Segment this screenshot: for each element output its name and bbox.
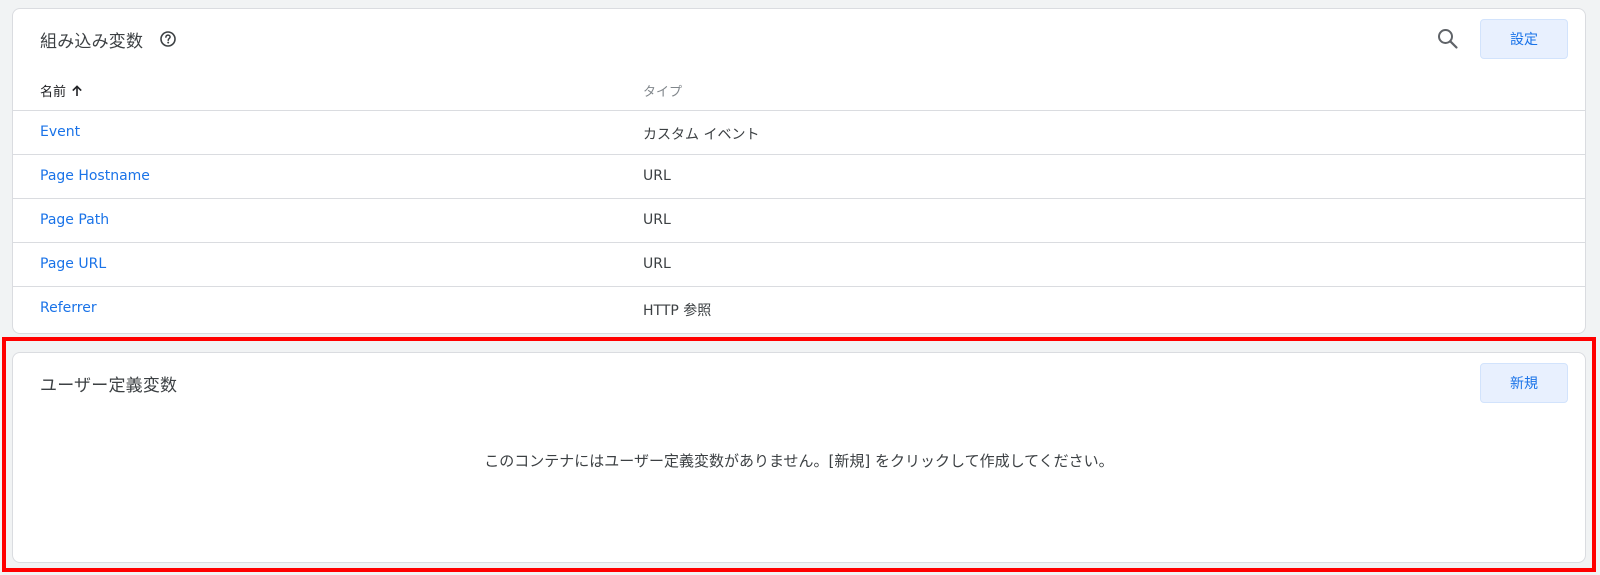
variable-type: URL — [643, 168, 671, 184]
new-variable-button[interactable]: 新規 — [1480, 363, 1568, 403]
user-defined-variables-card: ユーザー定義変数 新規 このコンテナにはユーザー定義変数がありません。[新規] … — [12, 352, 1586, 563]
column-header-name[interactable]: 名前 — [40, 81, 84, 100]
variable-name-link[interactable]: Page Hostname — [40, 168, 150, 184]
builtin-variables-card: 組み込み変数 設定 名前 タイプ Event カスタム イベント Page Ho… — [12, 8, 1586, 334]
variable-type: カスタム イベント — [643, 127, 760, 143]
empty-state-message: このコンテナにはユーザー定義変数がありません。[新規] をクリックして作成してく… — [484, 452, 1114, 470]
table-row: Page Hostname URL — [13, 155, 1585, 199]
table-row: Page URL URL — [13, 243, 1585, 287]
column-header-name-label: 名前 — [40, 85, 67, 100]
table-row: Page Path URL — [13, 199, 1585, 243]
column-header-type[interactable]: タイプ — [643, 81, 682, 100]
search-icon[interactable] — [1435, 26, 1461, 52]
variable-type: URL — [643, 212, 671, 228]
builtin-variables-table: 名前 タイプ Event カスタム イベント Page Hostname URL… — [13, 67, 1585, 331]
variable-name-link[interactable]: Referrer — [40, 300, 97, 316]
builtin-variables-title: 組み込み変数 — [40, 32, 144, 52]
variable-type: URL — [643, 256, 671, 272]
user-defined-variables-title: ユーザー定義変数 — [40, 376, 178, 396]
table-header: 名前 タイプ — [13, 67, 1585, 111]
arrow-up-icon — [72, 84, 82, 96]
variable-name-link[interactable]: Event — [40, 124, 80, 140]
configure-button[interactable]: 設定 — [1480, 19, 1568, 59]
variable-name-link[interactable]: Page Path — [40, 212, 109, 228]
help-circle-icon[interactable] — [159, 30, 177, 48]
variable-type: HTTP 参照 — [643, 303, 712, 319]
table-row: Referrer HTTP 参照 — [13, 287, 1585, 331]
variable-name-link[interactable]: Page URL — [40, 256, 106, 272]
table-row: Event カスタム イベント — [13, 111, 1585, 155]
